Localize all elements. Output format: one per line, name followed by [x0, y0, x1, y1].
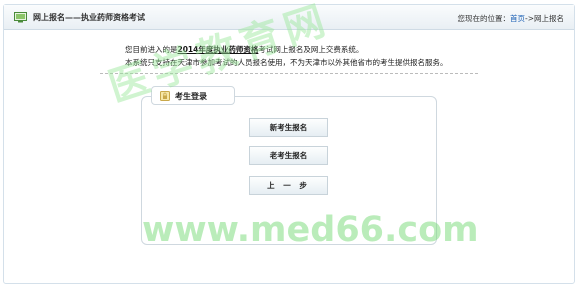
monitor-icon — [14, 12, 27, 23]
returning-candidate-button[interactable]: 老考生报名 — [249, 146, 328, 165]
breadcrumb-prefix: 您现在的位置： — [457, 14, 511, 23]
breadcrumb-current: 网上报名 — [534, 14, 564, 23]
back-button[interactable]: 上 一 步 — [249, 176, 328, 195]
breadcrumb-home-link[interactable]: 首页 — [510, 14, 525, 23]
new-candidate-button[interactable]: 新考生报名 — [249, 118, 328, 137]
breadcrumb: 您现在的位置：首页->网上报名 — [458, 13, 565, 24]
watermark-url: www.med66.com — [142, 210, 479, 250]
breadcrumb-separator: -> — [525, 14, 534, 23]
page-title: 网上报名——执业药师资格考试 — [33, 13, 145, 22]
